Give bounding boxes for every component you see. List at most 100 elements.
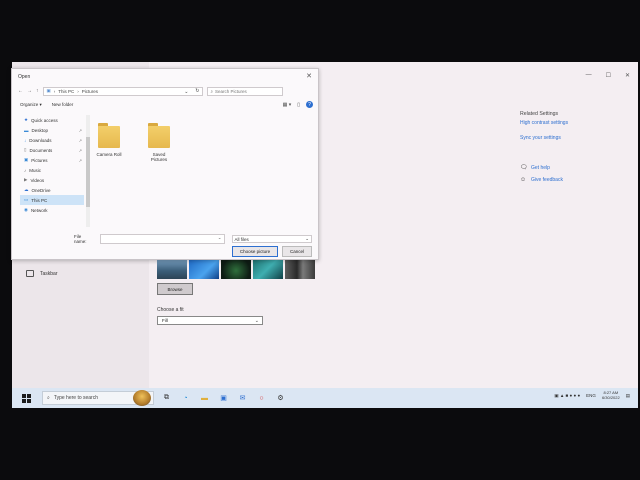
new-folder-button[interactable]: New folder (52, 102, 74, 108)
chevron-down-icon: ⌄ (254, 318, 259, 324)
nav-scrollbar[interactable] (86, 115, 90, 227)
nav-item-label: Documents (29, 147, 53, 153)
nav-item-pictures[interactable]: ▣ Pictures ↗ (20, 155, 84, 165)
search-icon: ⌕ (47, 395, 50, 401)
fit-dropdown-value: Fill (162, 318, 168, 323)
change-view-icon[interactable]: ▦ ▾ (283, 102, 292, 108)
language-indicator[interactable]: ENG (586, 393, 596, 398)
folder-saved-pictures[interactable]: Saved Pictures (144, 121, 174, 162)
taskbar-search[interactable]: ⌕ Type here to search (42, 390, 154, 406)
file-explorer-icon[interactable]: ▬ (200, 394, 209, 403)
nav-item-music[interactable]: ♪ Music (20, 165, 84, 175)
mail-icon[interactable]: ✉ (238, 394, 247, 403)
nav-item-taskbar[interactable]: Taskbar (26, 270, 58, 277)
dialog-buttons: Choose picture Cancel (232, 246, 312, 257)
store-icon[interactable]: ▣ (219, 394, 228, 403)
chevron-down-icon: ⌄ (305, 236, 309, 241)
get-help-link[interactable]: 🗨 Get help (520, 165, 563, 171)
taskbar-icon (26, 270, 34, 277)
star-icon: ★ (24, 117, 29, 122)
folder-camera-roll[interactable]: Camera Roll (94, 121, 124, 162)
opera-icon[interactable]: ○ (257, 394, 266, 403)
tray-app-icons[interactable]: ▣ ▲ ■ ● ● ● (554, 393, 580, 399)
music-icon: ♪ (24, 167, 27, 173)
clock[interactable]: 8:27 AM 6/30/2022 (602, 390, 620, 401)
nav-item-label: This PC (31, 197, 48, 203)
browse-button[interactable]: Browse (157, 283, 193, 295)
breadcrumb-pictures[interactable]: Pictures (82, 89, 98, 94)
chevron-down-icon[interactable]: ⌄ (218, 235, 222, 241)
nav-item-downloads[interactable]: ↓ Downloads ↗ (20, 135, 84, 145)
up-arrow-icon[interactable]: ↑ (36, 88, 39, 94)
command-bar: Organize ▾ New folder (20, 102, 73, 108)
nav-item-label: Videos (30, 177, 45, 183)
back-arrow-icon[interactable]: ← (18, 88, 23, 94)
related-settings: Related Settings High contrast settings … (520, 111, 568, 151)
nav-item-onedrive[interactable]: ☁ OneDrive (20, 185, 84, 195)
pin-icon: ↗ (78, 127, 82, 133)
nav-item-this-pc[interactable]: ▭ This PC (20, 195, 84, 205)
settings-gear-icon[interactable]: ⚙ (276, 394, 285, 403)
chevron-down-icon[interactable]: ⌄ (184, 89, 188, 95)
system-tray: ▣ ▲ ■ ● ● ● ENG 8:27 AM 6/30/2022 ▤ (554, 390, 630, 401)
dialog-search-input[interactable]: ⌕ Search Pictures (206, 86, 283, 96)
pictures-icon: ▣ (24, 157, 29, 162)
preview-pane-icon[interactable]: ▯ (297, 102, 300, 108)
sync-settings-link[interactable]: Sync your settings (520, 136, 568, 141)
give-feedback-link[interactable]: ☺ Give feedback (520, 177, 563, 183)
picture-thumbnail[interactable] (221, 258, 251, 279)
forward-arrow-icon[interactable]: → (27, 88, 32, 94)
cancel-button[interactable]: Cancel (282, 246, 312, 257)
file-name-label: File name: (74, 234, 87, 244)
nav-item-videos[interactable]: ▶ Videos (20, 175, 84, 185)
start-button[interactable] (22, 392, 34, 404)
notification-icon[interactable]: ▤ (626, 393, 630, 399)
open-file-dialog: Open ✕ ← → ↑ ▣ › This PC › Pictures ⌄ ↻ … (11, 68, 319, 260)
nav-item-documents[interactable]: ▯ Documents ↗ (20, 145, 84, 155)
dialog-close-button[interactable]: ✕ (306, 72, 312, 80)
choose-fit-label: Choose a fit (157, 307, 184, 313)
pin-icon: ↗ (78, 157, 82, 163)
nav-scrollbar-thumb[interactable] (86, 137, 90, 207)
refresh-icon[interactable]: ↻ (195, 88, 199, 94)
organize-menu[interactable]: Organize ▾ (20, 102, 42, 108)
breadcrumb-this-pc[interactable]: This PC (58, 89, 74, 94)
nav-item-network[interactable]: ◉ Network (20, 205, 84, 215)
pin-icon: ↗ (78, 137, 82, 143)
give-feedback-label: Give feedback (531, 177, 563, 183)
address-bar[interactable]: ▣ › This PC › Pictures ⌄ ↻ (42, 86, 203, 96)
document-icon: ▯ (24, 147, 27, 152)
file-type-filter[interactable]: All files ⌄ (231, 235, 312, 243)
nav-item-label: OneDrive (31, 187, 51, 193)
choose-picture-button[interactable]: Choose picture (232, 246, 278, 257)
picture-thumbnail[interactable] (189, 258, 219, 279)
picture-thumbnail[interactable] (253, 258, 283, 279)
task-view-icon[interactable]: ⧉ (162, 394, 171, 403)
dialog-title: Open (18, 74, 31, 80)
picture-thumbnail[interactable] (285, 258, 315, 279)
folder-icon (148, 121, 170, 149)
nav-item-label: Downloads (29, 137, 52, 143)
fit-dropdown[interactable]: Fill ⌄ (157, 316, 263, 325)
nav-item-label: Desktop (31, 127, 49, 133)
help-chat-icon: 🗨 (520, 165, 528, 171)
folder-list: Camera Roll Saved Pictures (94, 121, 174, 162)
nav-item-quick-access[interactable]: ★ Quick access (20, 115, 84, 125)
high-contrast-link[interactable]: High contrast settings (520, 121, 568, 126)
windows-taskbar: ⌕ Type here to search ⧉ ◔ ▬ ▣ ✉ ○ ⚙ ▣ ▲ … (12, 388, 638, 408)
help-icon[interactable]: ? (306, 101, 313, 108)
maximize-button[interactable]: ☐ (606, 72, 611, 79)
network-icon: ◉ (24, 207, 28, 212)
minimize-button[interactable]: — (586, 72, 592, 79)
file-name-row: File name: ⌄ All files ⌄ (18, 234, 312, 244)
close-button[interactable]: ✕ (625, 72, 630, 79)
file-name-input[interactable]: ⌄ (100, 234, 225, 244)
picture-thumbnail[interactable] (157, 258, 187, 279)
dialog-search-placeholder: Search Pictures (215, 88, 247, 94)
taskbar-search-placeholder: Type here to search (53, 395, 99, 401)
desktop-icon: ▬ (24, 127, 29, 133)
edge-icon[interactable]: ◔ (181, 394, 190, 403)
window-controls: — ☐ ✕ (586, 72, 630, 79)
nav-item-desktop[interactable]: ▬ Desktop ↗ (20, 125, 84, 135)
search-icon: ⌕ (210, 88, 214, 94)
